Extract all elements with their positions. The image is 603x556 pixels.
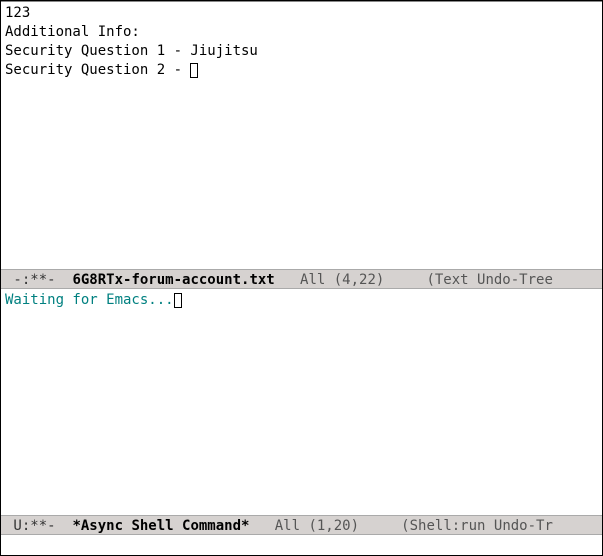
top-buffer[interactable]: 123 Additional Info: Security Question 1… <box>1 1 602 269</box>
modeline-buffername: *Async Shell Command* <box>72 518 249 534</box>
shell-prompt: Waiting for Emacs... <box>5 292 174 308</box>
modeline-modes: (Shell:run Undo-Tr <box>401 518 553 534</box>
modeline-position: All (1,20) <box>249 518 401 534</box>
bottom-buffer[interactable]: Waiting for Emacs... <box>1 289 602 515</box>
modeline-buffername: 6G8RTx-forum-account.txt <box>72 272 274 288</box>
cursor-icon <box>190 63 198 78</box>
buffer-line: Security Question 1 - Jiujitsu <box>5 43 258 59</box>
modeline-modes: (Text Undo-Tree <box>426 272 552 288</box>
modeline-prefix: U:**- <box>5 518 72 534</box>
buffer-line: Additional Info: <box>5 24 140 40</box>
bottom-modeline: U:**- *Async Shell Command* All (1,20) (… <box>1 515 602 535</box>
buffer-line: Security Question 2 - <box>5 62 190 78</box>
top-modeline: -:**- 6G8RTx-forum-account.txt All (4,22… <box>1 269 602 289</box>
minibuffer[interactable] <box>1 535 602 555</box>
modeline-position: All (4,22) <box>275 272 427 288</box>
cursor-icon <box>174 293 182 308</box>
buffer-line: 123 <box>5 5 30 21</box>
modeline-prefix: -:**- <box>5 272 72 288</box>
